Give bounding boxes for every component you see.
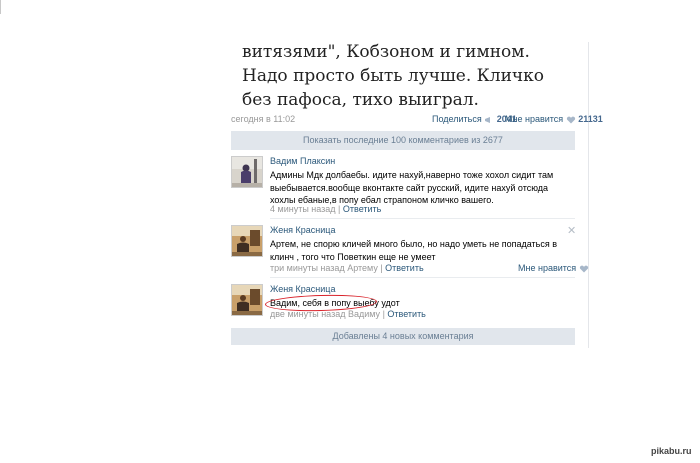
comment-time[interactable]: две минуты назад Вадиму [270,309,380,319]
comment-time[interactable]: 4 минуты назад [270,204,336,214]
megaphone-icon [485,116,491,123]
comment: Женя Красница ✕ Артем, не спорю кличей м… [231,225,588,278]
post-time[interactable]: сегодня в 11:02 [231,114,295,124]
comment-author[interactable]: Вадим Плаксин [270,156,335,166]
like-button[interactable]: Мне нравится 21131 [505,114,603,124]
comment-author[interactable]: Женя Красница [270,225,335,235]
post-text: витязями", Кобзоном и гимном. Надо прост… [242,40,582,112]
comment-text: Артем, не спорю кличей много было, но на… [270,239,557,262]
avatar-photo [232,157,262,187]
avatar[interactable] [231,156,263,188]
new-comments-button[interactable]: Добавлены 4 новых комментария [231,328,575,345]
post-line: Надо просто быть лучше. Кличко [242,66,545,86]
comment-like-button[interactable]: Мне нравится [518,263,589,273]
heart-icon [579,265,588,273]
post-meta: сегодня в 11:02 Поделиться 2041 Мне нрав… [231,112,603,128]
comment-like-label: Мне нравится [518,263,577,273]
comment: Женя Красница Вадим, себя в попу выебу у… [231,284,575,324]
corner-mark [0,0,3,14]
comment-meta: три минуты назад Артему | Ответить [270,263,424,273]
avatar-photo [232,226,262,256]
heart-icon [566,116,575,124]
comment-time[interactable]: три минуты назад Артему [270,263,378,273]
comment-author[interactable]: Женя Красница [270,284,335,294]
post-line: без пафоса, тихо выиграл. [242,90,479,110]
comment-meta: 4 минуты назад | Ответить [270,204,382,214]
avatar[interactable] [231,284,263,316]
reply-link[interactable]: Ответить [387,309,425,319]
comment-separator [270,277,575,278]
close-icon[interactable]: ✕ [567,226,576,237]
comment: Вадим Плаксин Админы Мдк долбаебы. идите… [231,156,575,219]
like-label: Мне нравится [505,114,564,124]
column-divider [588,42,589,348]
watermark: pikabu.ru [651,446,692,456]
post-line: витязями", Кобзоном и гимном. [242,42,530,62]
comment-meta: две минуты назад Вадиму | Ответить [270,309,426,319]
like-count: 21131 [578,114,603,124]
avatar[interactable] [231,225,263,257]
share-label: Поделиться [432,114,482,124]
reply-link[interactable]: Ответить [343,204,381,214]
avatar-photo [232,285,262,315]
show-more-comments-button[interactable]: Показать последние 100 комментариев из 2… [231,131,575,150]
comment-separator [270,218,575,219]
reply-link[interactable]: Ответить [385,263,423,273]
comment-text: Админы Мдк долбаебы. идите нахуй,наверно… [270,170,554,205]
